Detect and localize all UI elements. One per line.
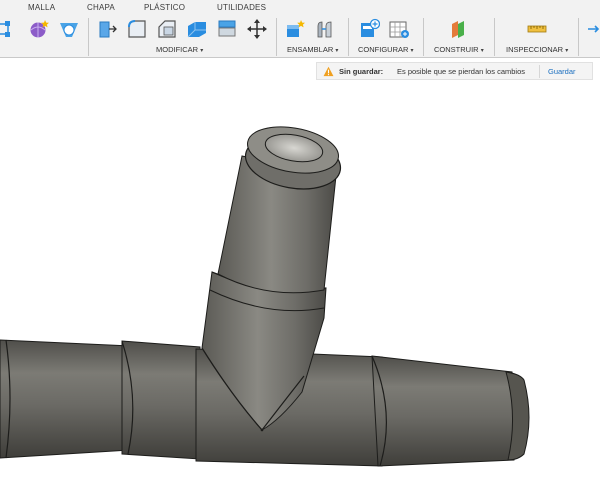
group-label-inspeccionar[interactable]: INSPECCIONAR ▾ — [506, 45, 568, 54]
move-icon[interactable] — [246, 18, 268, 40]
workspace-tabs: MALLA CHAPA PLÁSTICO UTILIDADES — [0, 0, 600, 16]
chevron-down-icon: ▾ — [200, 48, 204, 54]
tee-pipe-model[interactable] — [0, 59, 600, 504]
new-component-icon[interactable] — [284, 18, 306, 40]
shell-icon[interactable] — [186, 18, 208, 40]
joint-icon[interactable] — [314, 18, 336, 40]
toolbar-separator — [494, 18, 495, 56]
ribbon-toolbar: MODIFICAR ▾ ENSAMBLAR ▾ CONFIGURAR ▾ CON… — [0, 16, 600, 58]
combine-icon[interactable] — [216, 18, 238, 40]
toolbar-separator — [348, 18, 349, 56]
chevron-down-icon: ▾ — [335, 48, 339, 54]
press-pull-icon[interactable] — [96, 18, 118, 40]
tab-plastico[interactable]: PLÁSTICO — [144, 3, 185, 12]
canvas-viewport[interactable] — [0, 59, 600, 504]
insert-partial-icon[interactable] — [586, 18, 600, 40]
group-label-construir[interactable]: CONSTRUIR ▾ — [434, 45, 484, 54]
toolbar-separator — [578, 18, 579, 56]
chevron-down-icon: ▾ — [565, 48, 569, 54]
chamfer-icon[interactable] — [156, 18, 178, 40]
chevron-down-icon: ▾ — [480, 48, 484, 54]
toolbar-separator — [276, 18, 277, 56]
form-sphere-icon[interactable] — [28, 18, 50, 40]
fusion-window: MALLA CHAPA PLÁSTICO UTILIDADES MODIFICA… — [0, 0, 600, 504]
measure-icon[interactable] — [526, 18, 548, 40]
group-label-ensamblar[interactable]: ENSAMBLAR ▾ — [287, 45, 338, 54]
fillet-icon[interactable] — [126, 18, 148, 40]
tab-utilidades[interactable]: UTILIDADES — [217, 3, 266, 12]
group-label-modificar[interactable]: MODIFICAR ▾ — [156, 45, 203, 54]
toolbar-separator — [88, 18, 89, 56]
offset-plane-icon[interactable] — [448, 18, 470, 40]
chevron-down-icon: ▾ — [410, 48, 414, 54]
tab-malla[interactable]: MALLA — [28, 3, 55, 12]
group-label-configurar[interactable]: CONFIGURAR ▾ — [358, 45, 414, 54]
toolbar-separator — [423, 18, 424, 56]
configure-icon[interactable] — [358, 18, 380, 40]
configuration-table-icon[interactable] — [388, 18, 410, 40]
sketch-partial-icon[interactable] — [0, 18, 14, 40]
tab-chapa[interactable]: CHAPA — [87, 3, 115, 12]
surface-patch-icon[interactable] — [58, 18, 80, 40]
